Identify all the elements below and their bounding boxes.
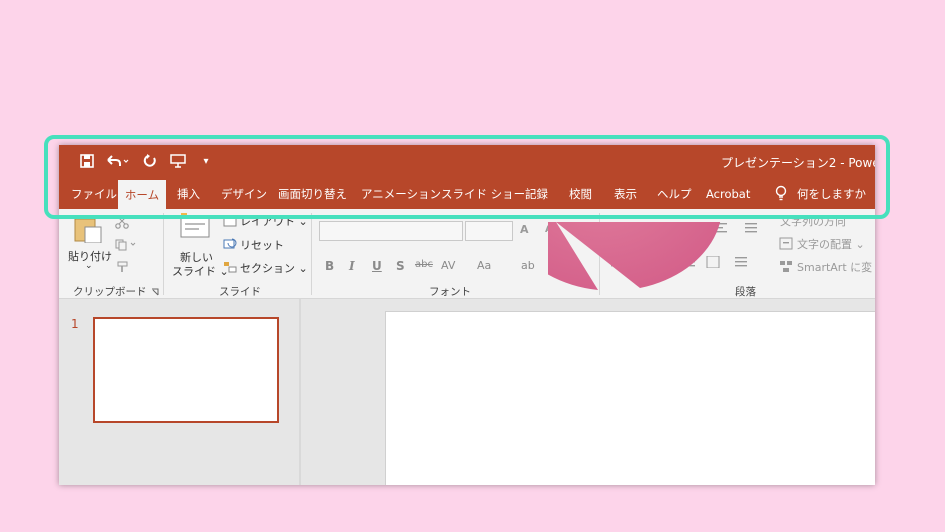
group-separator — [311, 213, 312, 295]
underline-button[interactable]: U — [372, 259, 382, 273]
paste-icon[interactable] — [73, 215, 103, 243]
character-spacing-button[interactable]: AV — [441, 259, 455, 272]
slide-thumbnail[interactable] — [93, 317, 279, 423]
section-button[interactable]: セクション ⌄ — [240, 260, 308, 276]
format-painter-icon[interactable] — [115, 261, 129, 273]
reset-icon — [223, 238, 237, 249]
dialog-launcher-icon[interactable] — [151, 288, 159, 296]
new-slide-label-line2[interactable]: スライド ⌄ — [172, 263, 229, 279]
bold-button[interactable]: B — [325, 259, 334, 273]
text-shadow-button[interactable]: S — [396, 259, 405, 273]
slide-number: 1 — [71, 317, 79, 331]
align-text-button[interactable]: 文字の配置 ⌄ — [797, 236, 865, 252]
section-icon — [224, 262, 237, 273]
increase-font-size-button[interactable]: A — [520, 223, 529, 236]
strikethrough-button[interactable]: abc — [415, 259, 433, 270]
italic-button[interactable]: I — [349, 259, 355, 273]
clipboard-group-label: クリップボード — [73, 286, 147, 298]
group-separator — [163, 213, 164, 295]
font-size-input[interactable] — [465, 221, 513, 241]
slides-group-label: スライド — [219, 286, 261, 298]
tab-bar-highlight-frame — [44, 135, 890, 219]
reset-button[interactable]: リセット — [240, 237, 284, 253]
callout-line-1: メニューに — [612, 337, 728, 363]
paste-dropdown-chevron-icon[interactable]: ⌄ — [85, 261, 93, 271]
copy-icon[interactable] — [115, 239, 137, 251]
highlight-color-button[interactable]: ab — [521, 259, 535, 272]
callout-line-2: 【描画】が無い — [589, 369, 751, 395]
font-name-input[interactable] — [319, 221, 463, 241]
font-group-label: フォント — [429, 286, 471, 298]
convert-to-smartart-button[interactable]: SmartArt に変 — [797, 259, 872, 275]
change-case-button[interactable]: Aa — [477, 259, 491, 272]
slide-thumbnail-pane: 1 — [59, 299, 299, 485]
callout-text: メニューに 【描画】が無い — [558, 334, 782, 398]
